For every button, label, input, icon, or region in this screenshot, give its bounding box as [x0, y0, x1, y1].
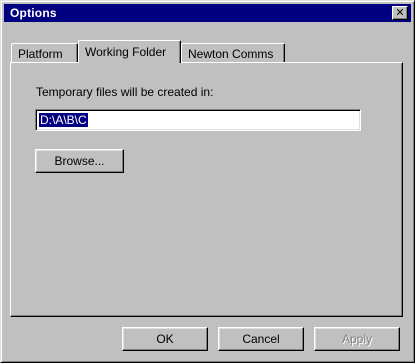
close-icon[interactable]: ✕: [392, 6, 408, 20]
temp-files-label: Temporary files will be created in:: [36, 85, 214, 99]
working-folder-input[interactable]: D:\A\B\C: [35, 109, 361, 131]
browse-button[interactable]: Browse...: [35, 149, 124, 173]
working-folder-value: D:\A\B\C: [39, 113, 88, 127]
title-bar[interactable]: Options ✕: [4, 4, 411, 22]
tab-platform[interactable]: Platform: [11, 43, 78, 63]
ok-button[interactable]: OK: [122, 327, 208, 351]
dialog-title: Options: [10, 6, 57, 20]
apply-button: Apply: [314, 327, 400, 351]
tab-newton-comms[interactable]: Newton Comms: [181, 43, 285, 63]
working-folder-panel: Temporary files will be created in: D:\A…: [10, 62, 403, 317]
cancel-button[interactable]: Cancel: [218, 327, 304, 351]
tab-working-folder[interactable]: Working Folder: [78, 40, 181, 63]
